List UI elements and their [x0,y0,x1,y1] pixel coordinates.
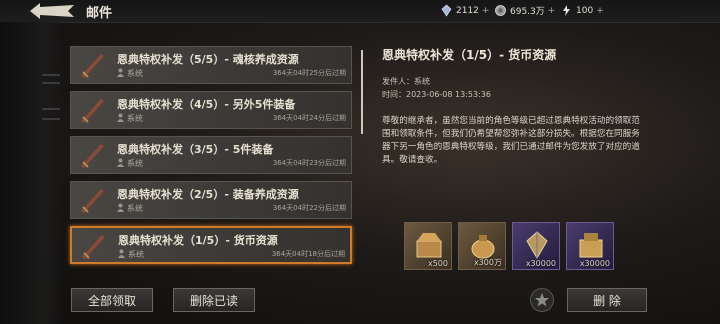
star-icon [535,293,549,307]
mail-sender: 系统 [127,69,143,78]
person-icon [117,113,124,122]
detail-title: 恩典特权补发（1/5）- 货币资源 [382,48,557,62]
favorite-button[interactable] [530,288,554,312]
sword-icon [81,144,104,168]
resource-coin[interactable]: 695.3万 + [494,3,555,18]
decor-line [42,74,60,76]
mail-sender: 系统 [127,204,143,213]
mail-subject: 恩典特权补发（5/5）- 魂核养成资源 [117,53,299,66]
scrollbar[interactable] [361,50,363,134]
mail-item[interactable]: 恩典特权补发（4/5）- 另外5件装备 系统 364天04时24分后过期 [70,91,352,129]
person-icon [118,249,125,258]
add-icon[interactable]: + [482,6,490,16]
mail-expiry: 364天04时24分后过期 [272,114,346,122]
reward-quantity: x500 [427,259,448,268]
mail-expiry: 364天04时23分后过期 [272,159,346,167]
claim-all-button[interactable]: 全部领取 [71,288,153,312]
reward-item[interactable]: x500 [404,222,452,270]
reward-item[interactable]: x30000 [566,222,614,270]
mail-sender: 系统 [127,114,143,123]
purple-chest-icon [579,233,603,258]
detail-body: 尊敬的继承者，虽然您当前的角色等级已超过恩典特权活动的领取范围和领取条件，但我们… [382,116,640,165]
person-icon [117,68,124,77]
sword-icon [81,99,104,123]
resource-value: 695.3万 [510,7,545,17]
resource-value: 2112 [456,5,479,16]
back-button[interactable] [28,1,78,21]
decor-line [42,118,60,120]
mail-item[interactable]: 恩典特权补发（5/5）- 魂核养成资源 系统 364天04时25分后过期 [70,46,352,84]
mail-item-selected[interactable]: 恩典特权补发（1/5）- 货币资源 系统 364天04时18分后过期 [70,226,352,264]
person-icon [117,158,124,167]
mail-expiry: 364天04时22分后过期 [272,204,346,212]
detail-meta: 发件人：系统 时间：2023-06-08 13:53:36 [382,75,702,101]
decor-line [42,108,60,110]
mail-item[interactable]: 恩典特权补发（3/5）- 5件装备 系统 364天04时23分后过期 [70,136,352,174]
delete-read-button[interactable]: 删除已读 [173,288,255,312]
reward-item[interactable]: x30000 [512,222,560,270]
add-icon[interactable]: + [596,6,604,16]
lightning-icon [560,4,573,17]
detail-sender: 发件人：系统 [382,77,430,86]
mail-subject: 恩典特权补发（1/5）- 货币资源 [118,234,278,247]
page-title: 邮件 [86,6,113,21]
mail-subject: 恩典特权补发（2/5）- 装备养成资源 [117,188,299,201]
mail-expiry: 364天04时25分后过期 [272,69,346,77]
person-icon [117,203,124,212]
mail-expiry: 364天04时18分后过期 [271,250,345,258]
add-icon[interactable]: + [548,6,556,16]
resource-value: 100 [576,5,594,16]
delete-button[interactable]: 删 除 [567,288,647,312]
detail-time: 时间：2023-06-08 13:53:36 [382,90,491,99]
reward-quantity: x300万 [473,258,502,267]
reward-quantity: x30000 [525,259,556,268]
coin-icon [494,4,507,17]
mail-subject: 恩典特权补发（4/5）- 另外5件装备 [117,98,296,111]
mail-item[interactable]: 恩典特权补发（2/5）- 装备养成资源 系统 364天04时22分后过期 [70,181,352,219]
reward-item[interactable]: x300万 [458,222,506,270]
crystal-icon [440,4,453,17]
mail-sender: 系统 [128,250,144,259]
reward-list: x500 x300万 x30000 x30000 [404,222,614,270]
resource-energy[interactable]: 100 + [560,3,604,18]
back-arrow-icon [30,3,74,19]
mail-subject: 恩典特权补发（3/5）- 5件装备 [117,143,274,156]
reward-quantity: x30000 [579,259,610,268]
sword-icon [81,54,104,78]
side-decoration [0,22,64,324]
top-bar: 邮件 2112 + 695.3万 + 100 + [0,0,720,23]
mail-list: 恩典特权补发（5/5）- 魂核养成资源 系统 364天04时25分后过期 恩典特… [70,46,352,271]
sword-icon [82,235,105,259]
sword-icon [81,189,104,213]
decor-line [42,82,60,84]
mail-sender: 系统 [127,159,143,168]
gold-chest-icon [416,233,442,258]
purple-crystal-icon [526,231,548,259]
mail-detail: 恩典特权补发（1/5）- 货币资源 发件人：系统 时间：2023-06-08 1… [382,46,702,167]
resource-crystal[interactable]: 2112 + [440,3,489,18]
